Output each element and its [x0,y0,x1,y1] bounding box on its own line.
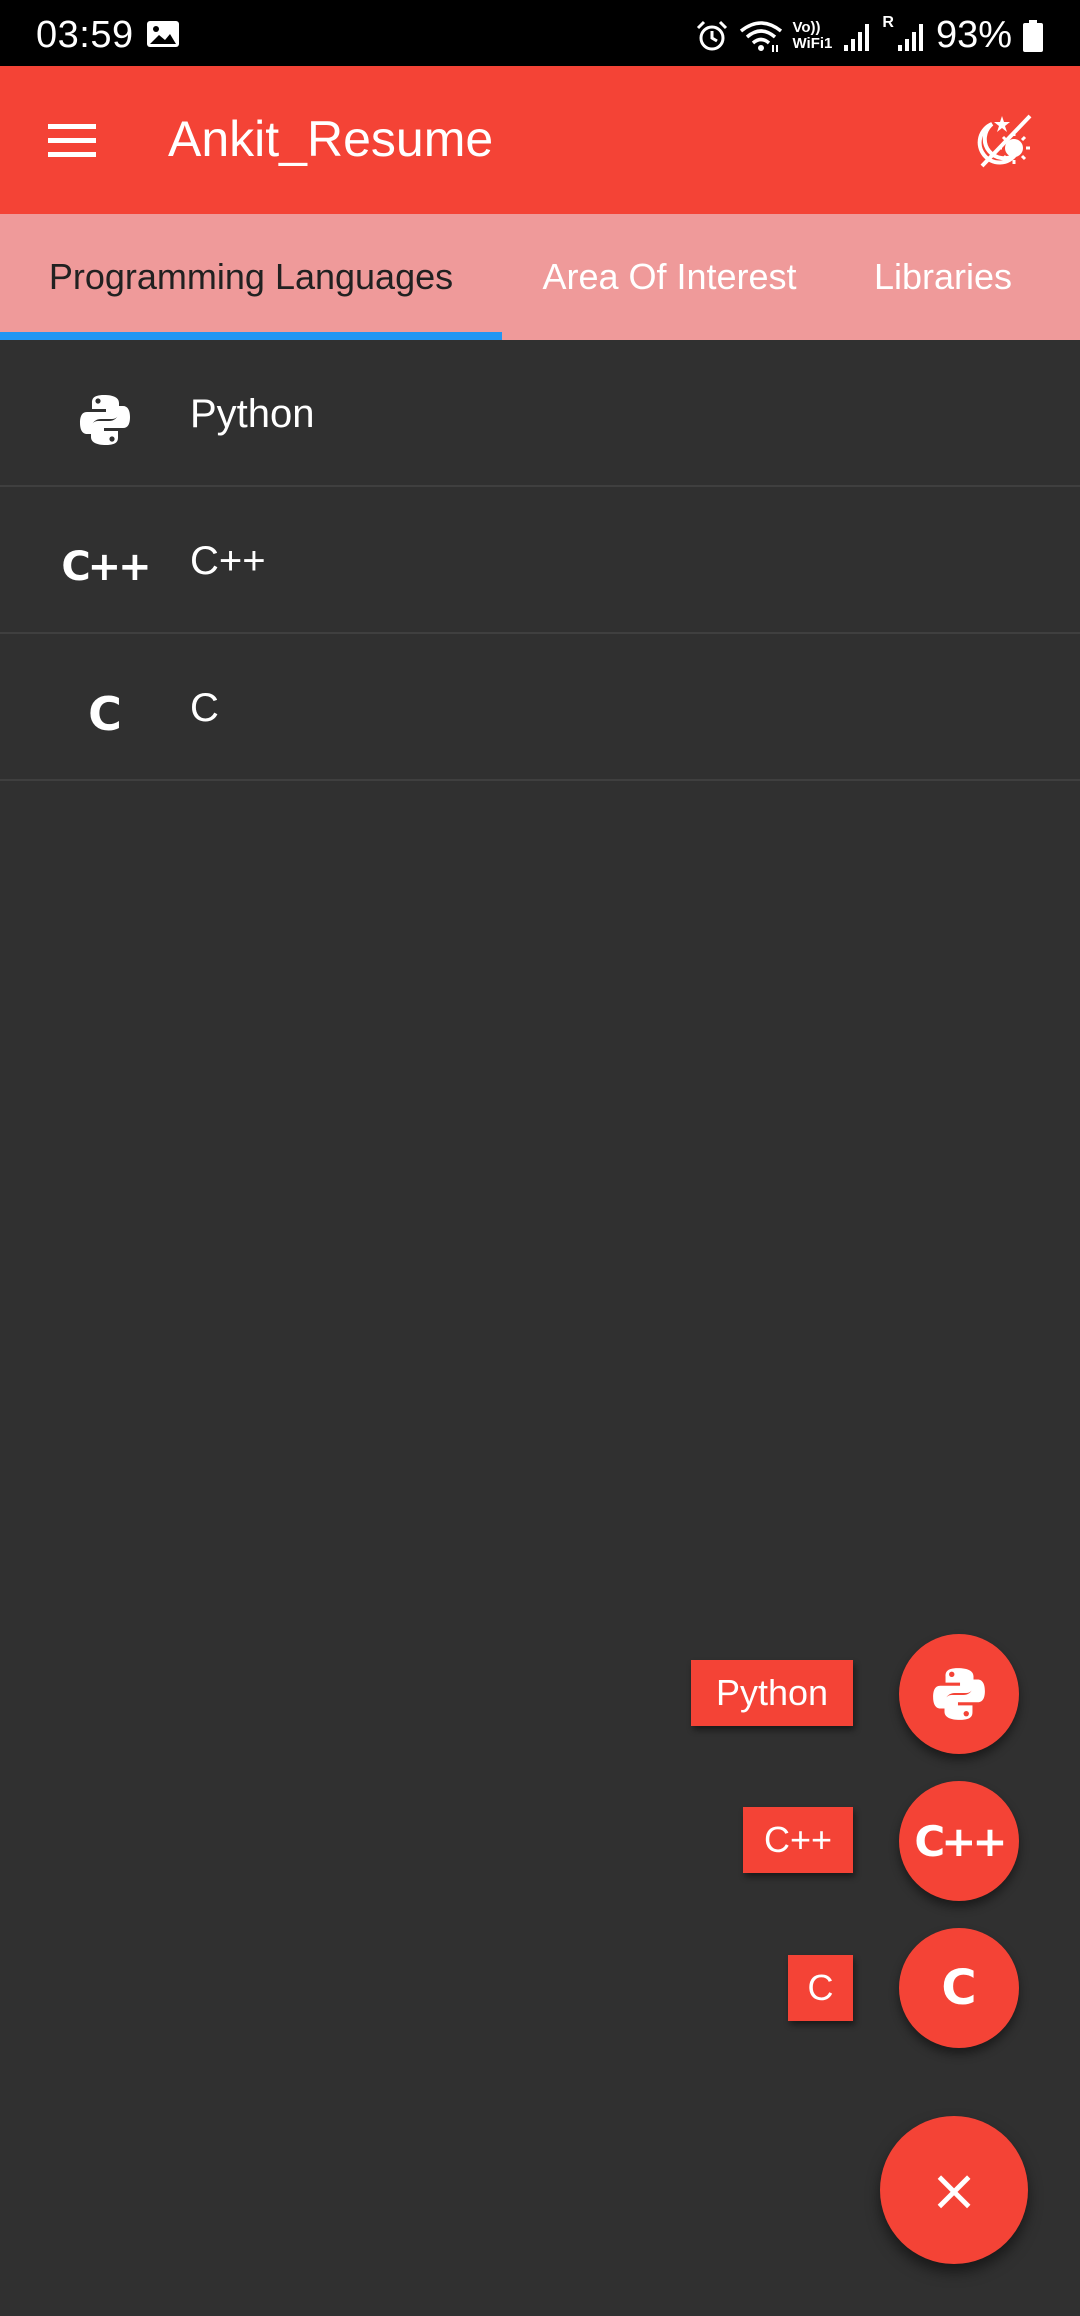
list-item-cplusplus[interactable]: C++ C++ [0,487,1080,634]
list-item-label: Python [190,392,315,436]
speed-dial-python-button[interactable] [899,1634,1019,1754]
wifi-calling-label: WiFi1 [792,34,833,52]
signal-icon [897,23,923,51]
signal-icon [844,23,870,51]
list-item-c[interactable]: C C [0,634,1080,781]
tab-indicator [0,332,502,340]
cplusplus-glyph: C++ [61,544,151,590]
battery-icon [1023,19,1043,52]
language-list: Python C++ C++ C C [0,340,1080,781]
c-glyph: C [88,687,122,741]
c-icon: C [72,686,138,742]
volte-label: Vo)) [792,18,821,36]
status-icons: Vo)) WiFi1 R 93% [695,14,1045,57]
theme-toggle-icon[interactable] [972,108,1038,174]
cplusplus-icon: C++ [61,539,151,595]
battery-percent: 93% [935,14,1012,56]
speed-dial-label-cplusplus[interactable]: C++ [743,1807,853,1873]
list-item-label: C++ [190,539,266,583]
tab-programming-languages[interactable]: Programming Languages [0,214,502,340]
tab-bar: Programming Languages Area Of Interest L… [0,214,1080,340]
python-icon [72,392,138,448]
cplusplus-icon: C++ [914,1816,1007,1866]
python-icon [933,1668,985,1720]
c-icon: C [941,1960,977,2016]
wifi-icon [739,20,782,52]
roaming-label: R [882,14,894,31]
speed-dial-cplusplus-button[interactable]: C++ [899,1781,1019,1901]
hamburger-menu-icon[interactable] [40,110,106,170]
close-icon: × [929,2156,979,2224]
speed-dial-label-c[interactable]: C [788,1955,853,2021]
app-bar: Ankit_Resume [0,66,1080,214]
app-title: Ankit_Resume [168,111,494,167]
list-item-python[interactable]: Python [0,340,1080,487]
status-time: 03:59 [36,14,134,56]
tab-area-of-interest[interactable]: Area Of Interest [502,214,837,340]
speed-dial-label-python[interactable]: Python [691,1660,853,1726]
speed-dial-close-button[interactable]: × [880,2116,1028,2264]
gallery-icon [147,21,179,47]
alarm-icon [696,20,727,50]
list-item-label: C [190,686,219,730]
status-bar: 03:59 Vo)) WiFi1 R 93% [0,0,1080,66]
network-label: Vo)) WiFi1 [792,18,833,52]
tab-libraries[interactable]: Libraries [837,214,1049,340]
speed-dial-c-button[interactable]: C [899,1928,1019,2048]
